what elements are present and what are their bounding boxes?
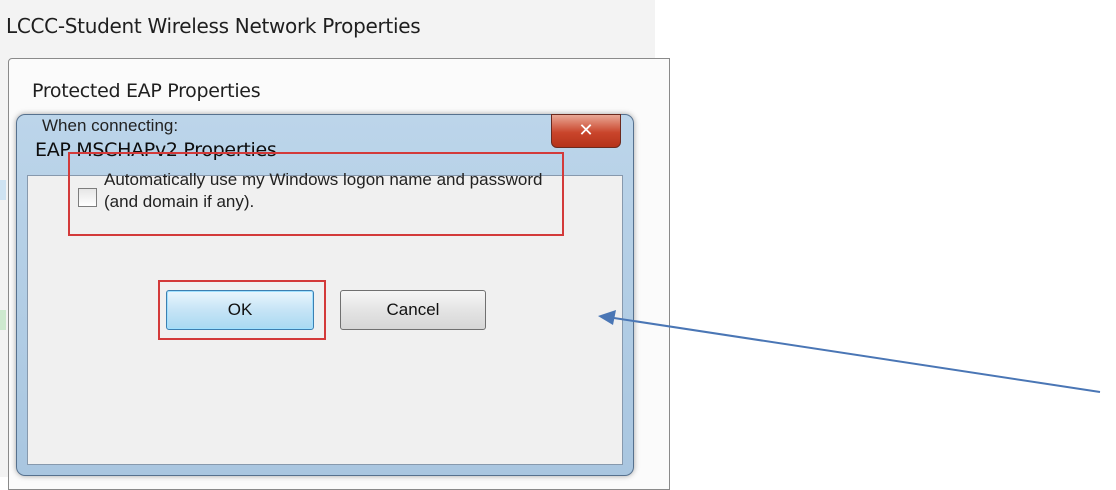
annotation-arrow xyxy=(598,310,1101,393)
arrow-head xyxy=(598,310,616,325)
arrow-shaft xyxy=(613,317,1101,393)
